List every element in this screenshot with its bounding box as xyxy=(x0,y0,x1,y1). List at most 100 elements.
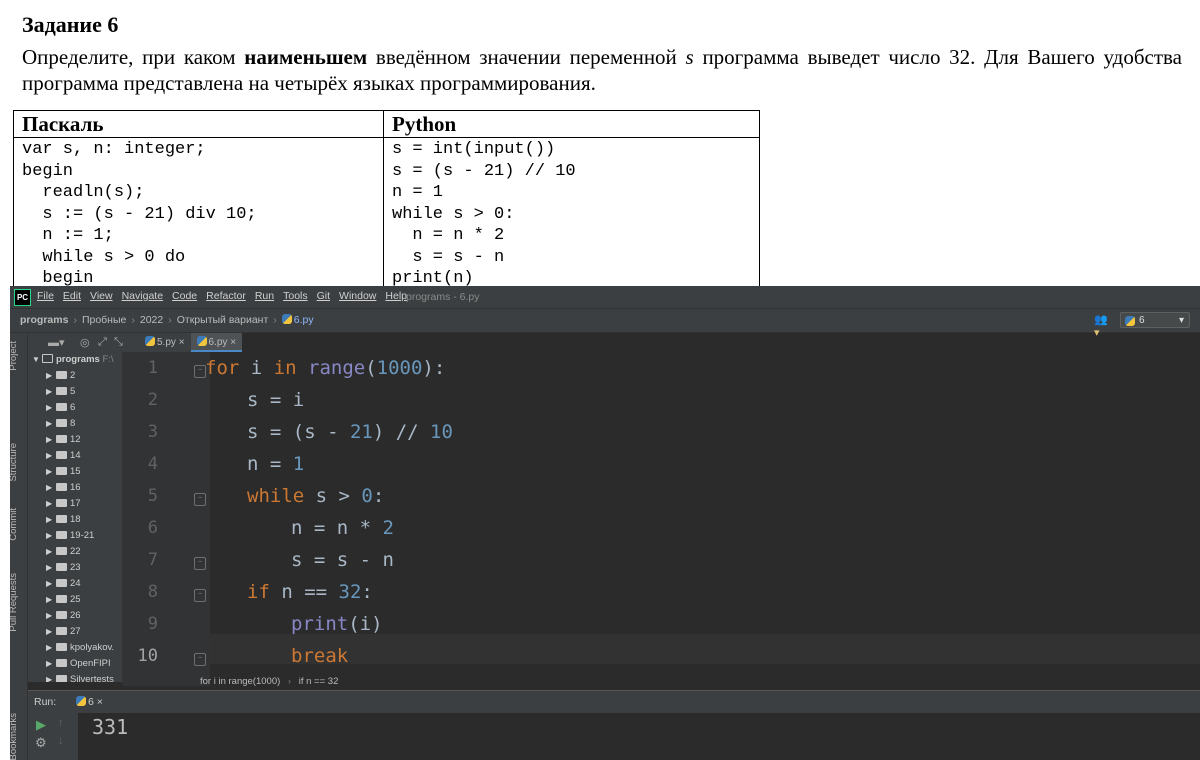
tree-item-label: 6 xyxy=(70,402,76,413)
tree-item-label: 16 xyxy=(70,482,81,493)
breadcrumb-file-label: 6.py xyxy=(293,314,314,326)
menu-run[interactable]: Run xyxy=(255,290,274,302)
code-breadcrumb-item[interactable]: if n == 32 xyxy=(299,676,339,687)
locate-icon[interactable]: ◎ xyxy=(80,336,90,349)
menu-view[interactable]: View xyxy=(90,290,113,302)
breadcrumb-item[interactable]: 2022 xyxy=(140,314,163,326)
code-line: n = 1 xyxy=(247,453,305,475)
tree-item[interactable]: ▶ 5 xyxy=(46,384,75,400)
tree-item-label: kpolyakov. xyxy=(70,642,115,653)
tree-item[interactable]: ▶ 24 xyxy=(46,576,81,592)
folder-icon xyxy=(56,563,67,571)
tool-window-strip: Project Structure Commit Pull Requests B… xyxy=(10,333,28,760)
editor-gutter: 1 2 3 4 5 6 7 8 9 10 − − − − − xyxy=(122,352,210,686)
line-number: 8 xyxy=(147,582,158,602)
expand-icon[interactable]: ⤢ xyxy=(98,336,107,349)
tree-item[interactable]: ▶ 16 xyxy=(46,480,81,496)
tree-item[interactable]: ▶ 26 xyxy=(46,608,81,624)
tree-item-label: 18 xyxy=(70,514,81,525)
side-tab-commit[interactable]: Commit xyxy=(10,508,19,541)
breadcrumb-item[interactable]: Пробные xyxy=(82,314,126,326)
gear-icon[interactable]: ⚙ xyxy=(35,735,47,751)
tree-root[interactable]: ▼ programs F:\ xyxy=(32,352,114,368)
folder-icon xyxy=(56,579,67,587)
tree-item[interactable]: ▶ 15 xyxy=(46,464,81,480)
play-icon[interactable]: ▶ xyxy=(36,717,46,733)
close-icon[interactable]: × xyxy=(179,337,185,348)
menu-refactor[interactable]: Refactor xyxy=(206,290,246,302)
run-config-select[interactable]: 6 ▾ xyxy=(1120,312,1190,328)
code-editor[interactable]: for i in range(1000): s = i s = (s - 21)… xyxy=(205,352,1200,686)
folder-icon xyxy=(42,354,53,363)
menu-navigate[interactable]: Navigate xyxy=(122,290,163,302)
menu-git[interactable]: Git xyxy=(317,290,330,302)
menu-tools[interactable]: Tools xyxy=(283,290,308,302)
tab-6-py[interactable]: 6.py × xyxy=(190,333,243,352)
fold-icon[interactable]: − xyxy=(194,493,206,506)
chevron-right-icon: ▶ xyxy=(46,403,53,412)
project-view-icon[interactable]: ▬▾ xyxy=(48,336,65,349)
chevron-right-icon: ▶ xyxy=(46,387,53,396)
chevron-right-icon: › xyxy=(287,676,292,687)
tree-root-path: F:\ xyxy=(102,354,114,365)
chevron-right-icon: ▶ xyxy=(46,563,53,572)
side-tab-bookmarks[interactable]: Bookmarks xyxy=(10,713,19,760)
folder-icon xyxy=(56,467,67,475)
tree-item[interactable]: ▶ 17 xyxy=(46,496,81,512)
tree-item[interactable]: ▶ 8 xyxy=(46,416,75,432)
tree-item-label: 5 xyxy=(70,386,76,397)
tree-item[interactable]: ▶ Silvertests xyxy=(46,672,114,682)
line-number: 4 xyxy=(147,454,158,474)
menu-help[interactable]: Help xyxy=(385,290,407,302)
run-tab[interactable]: 6 × xyxy=(76,696,103,708)
close-icon[interactable]: × xyxy=(230,337,236,348)
breadcrumb-item[interactable]: Открытый вариант xyxy=(177,314,269,326)
menu-edit[interactable]: Edit xyxy=(63,290,81,302)
menu-file[interactable]: File xyxy=(37,290,54,302)
fold-icon[interactable]: − xyxy=(194,589,206,602)
tree-item[interactable]: ▶ 12 xyxy=(46,432,81,448)
collapse-icon[interactable]: ⤡ xyxy=(114,336,123,349)
breadcrumb-file[interactable]: 6.py xyxy=(281,314,314,326)
tree-item[interactable]: ▶ 23 xyxy=(46,560,81,576)
tree-item[interactable]: ▶ 27 xyxy=(46,624,81,640)
folder-icon xyxy=(56,531,67,539)
users-icon[interactable]: 👥▾ xyxy=(1094,313,1110,339)
arrow-up-icon[interactable]: ↑ xyxy=(58,717,64,729)
close-icon[interactable]: × xyxy=(97,696,103,708)
chevron-down-icon: ▼ xyxy=(32,355,40,364)
tree-item[interactable]: ▶ 18 xyxy=(46,512,81,528)
breadcrumb-item[interactable]: programs xyxy=(20,314,68,326)
python-file-icon xyxy=(196,336,207,346)
tree-item-label: 17 xyxy=(70,498,81,509)
tree-item[interactable]: ▶ OpenFIPI xyxy=(46,656,111,672)
run-console[interactable]: ▶ ⚙ ↑ ↓ 331 xyxy=(28,713,1200,760)
tree-item[interactable]: ▶ 14 xyxy=(46,448,81,464)
menu-code[interactable]: Code xyxy=(172,290,197,302)
tree-item[interactable]: ▶ 6 xyxy=(46,400,75,416)
side-tab-pull-requests[interactable]: Pull Requests xyxy=(10,573,19,632)
line-number: 7 xyxy=(147,550,158,570)
side-tab-structure[interactable]: Structure xyxy=(10,443,19,482)
code-line: if n == 32: xyxy=(247,581,373,603)
tree-item[interactable]: ▶ 22 xyxy=(46,544,81,560)
chevron-right-icon: ▶ xyxy=(46,531,53,540)
code-breadcrumb-item[interactable]: for i in range(1000) xyxy=(200,676,280,687)
tree-item[interactable]: ▶ 25 xyxy=(46,592,81,608)
arrow-down-icon[interactable]: ↓ xyxy=(58,735,64,747)
tree-item[interactable]: ▶ 19-21 xyxy=(46,528,94,544)
tree-item[interactable]: ▶ 2 xyxy=(46,368,75,384)
tab-5-py[interactable]: 5.py × xyxy=(139,333,191,352)
side-tab-project[interactable]: Project xyxy=(10,341,19,371)
python-file-icon xyxy=(145,336,155,346)
fold-end-icon[interactable]: − xyxy=(194,653,206,666)
tree-item[interactable]: ▶ kpolyakov. xyxy=(46,640,114,656)
menu-window[interactable]: Window xyxy=(339,290,376,302)
breadcrumb: programs › Пробные › 2022 › Открытый вариан… xyxy=(20,314,314,326)
line-number: 1 xyxy=(147,358,158,378)
pycharm-logo-icon: PC xyxy=(14,289,31,306)
run-side-toolbar: ▶ ⚙ ↑ ↓ xyxy=(28,713,78,760)
fold-end-icon[interactable]: − xyxy=(194,557,206,570)
chevron-right-icon: ▶ xyxy=(46,595,53,604)
chevron-right-icon: ▶ xyxy=(46,675,53,682)
